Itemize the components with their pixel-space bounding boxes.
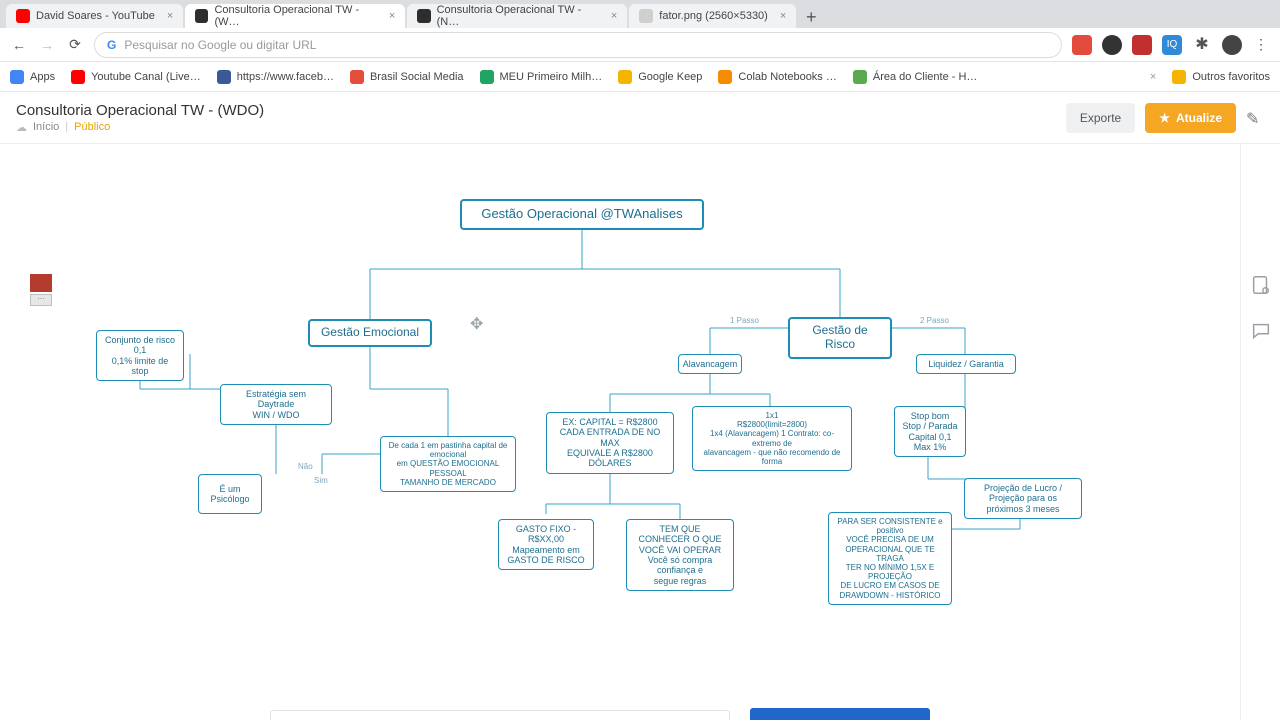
bookmark-apps[interactable]: Apps — [10, 70, 55, 84]
reload-icon[interactable]: ⟳ — [66, 36, 84, 54]
thumbnail-icon — [30, 274, 52, 292]
new-tab-button[interactable]: + — [798, 7, 824, 28]
tab-label: Consultoria Operacional TW - (W… — [214, 4, 376, 28]
tab-youtube[interactable]: David Soares - YouTube × — [6, 4, 183, 28]
folder-icon — [1172, 70, 1186, 84]
bookmark-social[interactable]: Brasil Social Media — [350, 70, 464, 84]
keep-icon — [618, 70, 632, 84]
sheets-icon — [480, 70, 494, 84]
node-projecao[interactable]: Projeção de Lucro / Projeção para os pró… — [964, 478, 1082, 519]
colab-icon — [718, 70, 732, 84]
close-icon[interactable]: × — [167, 10, 173, 22]
ext-icon-3[interactable] — [1132, 35, 1152, 55]
close-bm-icon[interactable]: × — [1150, 71, 1156, 83]
label-1-passo: 1 Passo — [730, 316, 759, 325]
bookmark-keep[interactable]: Google Keep — [618, 70, 702, 84]
back-icon[interactable]: ← — [10, 36, 28, 54]
node-gasto[interactable]: GASTO FIXO - R$XX,00 Mapeamento em GASTO… — [498, 519, 594, 570]
node-alavancagem[interactable]: Alavancagem — [678, 354, 742, 374]
tab-consultoria-1[interactable]: Consultoria Operacional TW - (W… × — [185, 4, 405, 28]
tab-image[interactable]: fator.png (2560×5330) × — [629, 4, 796, 28]
edit-icon[interactable]: ✎ — [1246, 109, 1264, 127]
node-liquidez[interactable]: Liquidez / Garantia — [916, 354, 1016, 374]
node-gestao-emocional[interactable]: Gestão Emocional — [308, 319, 432, 347]
mindmap-icon — [417, 9, 430, 23]
tab-label: David Soares - YouTube — [36, 10, 155, 22]
thumbnail-label: ⋯ — [30, 294, 52, 306]
image-icon — [639, 9, 653, 23]
youtube-icon — [16, 9, 30, 23]
tab-label: Consultoria Operacional TW - (N… — [437, 4, 599, 28]
upgrade-button[interactable]: ★ Atualize — [1145, 103, 1236, 133]
social-icon — [350, 70, 364, 84]
node-confianca[interactable]: TEM QUE CONHECER O QUE VOCÊ VAI OPERAR V… — [626, 519, 734, 591]
bookmark-youtube[interactable]: Youtube Canal (Live… — [71, 70, 201, 84]
node-stop[interactable]: Stop bom Stop / Parada Capital 0,1 Max 1… — [894, 406, 966, 457]
tab-label: fator.png (2560×5330) — [659, 10, 768, 22]
apps-icon — [10, 70, 24, 84]
export-button[interactable]: Exporte — [1066, 103, 1135, 133]
bottom-panel-left[interactable] — [270, 710, 730, 720]
close-icon[interactable]: × — [389, 10, 395, 22]
bookmarks-bar: Apps Youtube Canal (Live… https://www.fa… — [0, 62, 1280, 92]
right-rail — [1240, 144, 1280, 720]
notes-icon[interactable] — [1250, 274, 1272, 296]
node-consistente[interactable]: PARA SER CONSISTENTE e positivo VOCÊ PRE… — [828, 512, 952, 605]
omnibox[interactable]: G Pesquisar no Google ou digitar URL — [94, 32, 1062, 58]
node-exemplo-capital[interactable]: EX: CAPITAL = R$2800 CADA ENTRADA DE NO … — [546, 412, 674, 474]
forward-icon[interactable]: → — [38, 36, 56, 54]
label-nao: Não — [298, 462, 313, 471]
comment-icon[interactable] — [1250, 320, 1272, 342]
bottom-panel-button[interactable] — [750, 708, 930, 720]
ext-icon-2[interactable] — [1102, 35, 1122, 55]
cloud-icon: ☁ — [16, 121, 27, 134]
google-icon: G — [107, 38, 116, 52]
breadcrumb-home[interactable]: Início — [33, 121, 59, 133]
ext-icon-1[interactable] — [1072, 35, 1092, 55]
app-header: Consultoria Operacional TW - (WDO) ☁ Iní… — [0, 92, 1280, 144]
bookmark-area[interactable]: Área do Cliente - H… — [853, 70, 978, 84]
move-cursor-icon: ✥ — [470, 314, 483, 334]
diagram-canvas[interactable]: Gestão Operacional @TWAnalises Gestão Em… — [0, 144, 1280, 720]
tab-consultoria-2[interactable]: Consultoria Operacional TW - (N… × — [407, 4, 627, 28]
bookmark-colab[interactable]: Colab Notebooks … — [718, 70, 836, 84]
mindmap-icon — [195, 9, 208, 23]
label-sim: Sim — [314, 476, 328, 485]
extensions-icon[interactable]: ✱ — [1192, 35, 1212, 55]
visibility-badge[interactable]: Público — [74, 121, 110, 133]
browser-tabstrip: David Soares - YouTube × Consultoria Ope… — [0, 0, 1280, 28]
address-bar: ← → ⟳ G Pesquisar no Google ou digitar U… — [0, 28, 1280, 62]
node-conjunto-risco[interactable]: Conjunto de risco 0,1 0,1% limite de sto… — [96, 330, 184, 381]
node-gestao-risco[interactable]: Gestão de Risco — [788, 317, 892, 359]
profile-avatar[interactable] — [1222, 35, 1242, 55]
ext-icon-iq[interactable]: IQ — [1162, 35, 1182, 55]
thumbnail-widget[interactable]: ⋯ — [30, 274, 54, 308]
youtube-icon — [71, 70, 85, 84]
bookmark-facebook[interactable]: https://www.faceb… — [217, 70, 334, 84]
close-icon[interactable]: × — [611, 10, 617, 22]
node-estrategia[interactable]: Estratégia sem Daytrade WIN / WDO — [220, 384, 332, 425]
facebook-icon — [217, 70, 231, 84]
page-title: Consultoria Operacional TW - (WDO) — [16, 102, 264, 119]
kebab-icon[interactable]: ⋮ — [1252, 36, 1270, 54]
node-psicologo[interactable]: É um Psicólogo — [198, 474, 262, 514]
node-lote[interactable]: 1x1 R$2800(limit=2800) 1x4 (Alavancagem)… — [692, 406, 852, 471]
bookmark-sheets[interactable]: MEU Primeiro Milh… — [480, 70, 603, 84]
node-decada[interactable]: De cada 1 em pastinha capital de emocion… — [380, 436, 516, 492]
leaf-icon — [853, 70, 867, 84]
omnibox-placeholder: Pesquisar no Google ou digitar URL — [124, 38, 316, 52]
close-icon[interactable]: × — [780, 10, 786, 22]
node-root[interactable]: Gestão Operacional @TWAnalises — [460, 199, 704, 230]
star-icon: ★ — [1159, 111, 1170, 125]
bookmark-other[interactable]: Outros favoritos — [1172, 70, 1270, 84]
label-2-passo: 2 Passo — [920, 316, 949, 325]
